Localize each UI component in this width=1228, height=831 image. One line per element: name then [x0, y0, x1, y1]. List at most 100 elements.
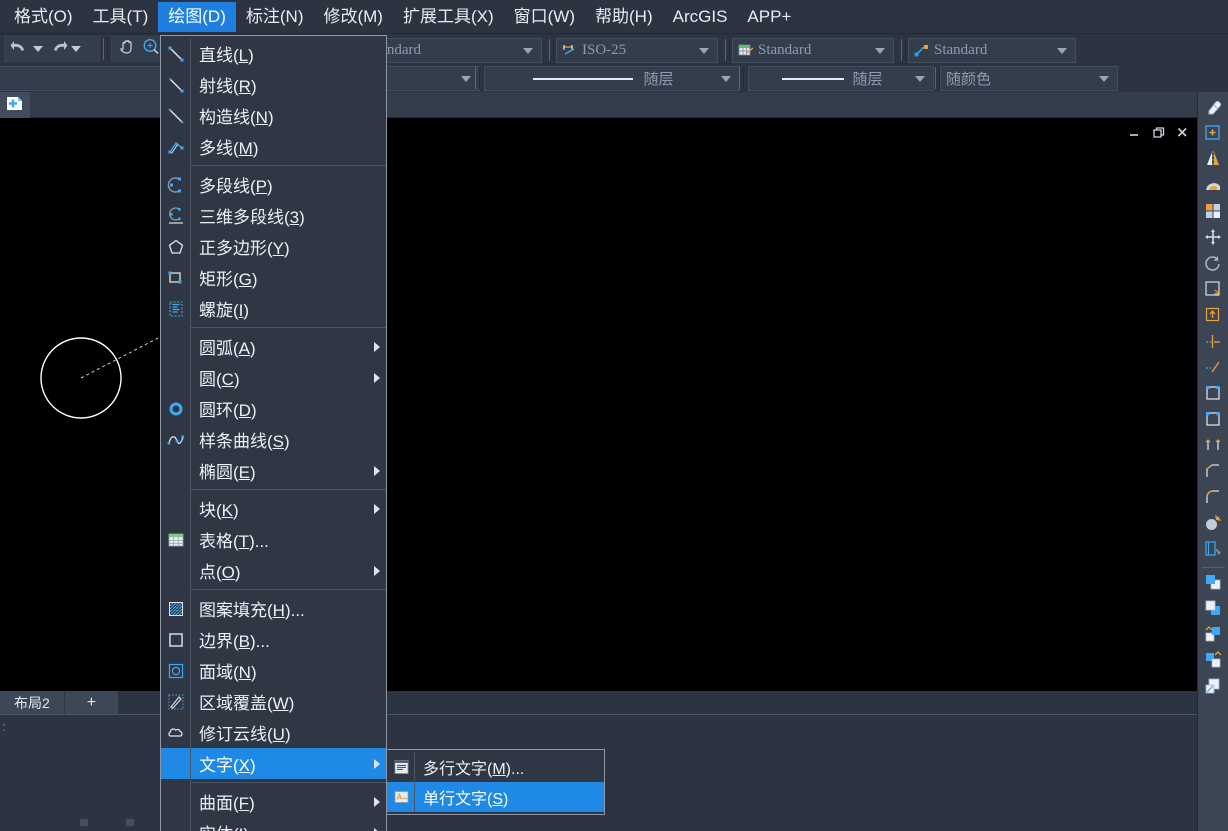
menubar-item-7[interactable]: 帮助(H) [585, 2, 663, 32]
menu-item-w[interactable]: 区域覆盖(W) [161, 686, 386, 717]
menu-item-e[interactable]: 椭圆(E) [161, 455, 386, 486]
menu-item-x[interactable]: 文字(X) [161, 748, 386, 779]
status-toggle[interactable] [126, 819, 134, 826]
chevron-down-icon [915, 75, 925, 82]
menu-item-t[interactable]: 表格(T)... [161, 524, 386, 555]
submenu-arrow-icon [368, 341, 386, 352]
menu-item-g[interactable]: 矩形(G) [161, 262, 386, 293]
menu-item-k[interactable]: 块(K) [161, 493, 386, 524]
undo-dropdown-button[interactable] [32, 38, 46, 60]
menubar-item-5[interactable]: 扩展工具(X) [393, 2, 504, 32]
menu-item-label: 点(O) [199, 563, 241, 582]
fillet-button[interactable] [1200, 486, 1227, 512]
break-at-point-button[interactable] [1200, 382, 1227, 408]
menu-item-d[interactable]: 圆环(D) [161, 393, 386, 424]
lineweight-combo[interactable]: 随颜色 [940, 66, 1118, 91]
menu-item-s[interactable]: 样条曲线(S) [161, 424, 386, 455]
menu-item-y[interactable]: 正多边形(Y) [161, 231, 386, 262]
erase-button[interactable] [1200, 96, 1227, 122]
menu-item-no-icon [161, 555, 191, 586]
modify-vertical-toolbar [1197, 92, 1228, 831]
edit-block-button[interactable] [1200, 538, 1227, 564]
menubar-item-label: 格式(O) [14, 6, 73, 26]
text-submenu[interactable]: 多行文字(M)... 单行文字(S) [386, 749, 605, 815]
menubar-item-8[interactable]: ArcGIS [663, 2, 738, 32]
move-button[interactable] [1200, 226, 1227, 252]
break-button[interactable] [1200, 408, 1227, 434]
chamfer-button[interactable] [1200, 460, 1227, 486]
menu-item-r[interactable]: 射线(R) [161, 69, 386, 100]
polyline3d-icon [161, 200, 191, 231]
stretch-button[interactable] [1200, 304, 1227, 330]
join-button[interactable] [1200, 434, 1227, 460]
restore-button[interactable] [1151, 126, 1165, 141]
add-layout-button[interactable]: + [64, 691, 120, 714]
minimize-button[interactable] [1127, 126, 1141, 141]
menu-item-f[interactable]: 曲面(F) [161, 786, 386, 817]
offset-button[interactable] [1200, 174, 1227, 200]
menu-item-label: 区域覆盖(W) [199, 694, 295, 713]
explode-button[interactable] [1200, 512, 1227, 538]
undo-button[interactable] [8, 38, 32, 60]
redo-button[interactable] [46, 38, 70, 60]
close-button[interactable] [1175, 126, 1189, 141]
menu-item-a[interactable]: 圆弧(A) [161, 331, 386, 362]
menubar-item-0[interactable]: 格式(O) [4, 2, 83, 32]
scale-button[interactable] [1200, 278, 1227, 304]
menu-item-p[interactable]: 多段线(P) [161, 169, 386, 200]
bring-to-front-button[interactable] [1200, 571, 1227, 597]
linetype-combo[interactable]: 随层 [748, 66, 934, 91]
menubar-item-2[interactable]: 绘图(D) [158, 1, 236, 32]
menu-item-label: 圆弧(A) [199, 339, 256, 358]
bring-above-object-button[interactable] [1200, 623, 1227, 649]
redo-dropdown-button[interactable] [70, 38, 84, 60]
mirror-button[interactable] [1200, 148, 1227, 174]
color-combo[interactable]: 随层 [484, 66, 740, 91]
menu-item-label: 样条曲线(S) [199, 432, 290, 451]
menu-item-label: 曲面(F) [199, 794, 255, 813]
submenu-arrow-icon [368, 827, 386, 831]
layout-tab[interactable]: 布局2 [0, 691, 65, 714]
menubar-item-label: 工具(T) [92, 6, 149, 26]
menu-item-m[interactable]: 多线(M) [161, 131, 386, 162]
new-document-tab-button[interactable] [0, 92, 30, 118]
menubar-item-9[interactable]: APP+ [737, 2, 801, 32]
status-toggle[interactable] [80, 819, 88, 826]
submenu-item-m[interactable]: 多行文字(M)... [387, 752, 604, 782]
menu-item-i[interactable]: 螺旋(I) [161, 293, 386, 324]
menu-item-o[interactable]: 点(O) [161, 555, 386, 586]
menu-item-b[interactable]: 边界(B)... [161, 624, 386, 655]
draworder-hatch-button[interactable] [1200, 675, 1227, 701]
array-button[interactable] [1200, 200, 1227, 226]
draw-menu[interactable]: 直线(L) 射线(R) 构造线(N) 多线(M) 多段线(P) 三维多段线(3) 正多边形(… [160, 35, 387, 831]
menu-item-l[interactable]: 直线(L) [161, 38, 386, 69]
menubar-item-4[interactable]: 修改(M) [313, 2, 392, 32]
break-icon [1203, 409, 1223, 434]
menu-item-h[interactable]: 图案填充(H)... [161, 593, 386, 624]
dim-style-combo[interactable]: ISO-25 [556, 38, 718, 63]
menu-item-c[interactable]: 圆(C) [161, 362, 386, 393]
menu-item-n[interactable]: 面域(N) [161, 655, 386, 686]
menu-item-3[interactable]: 三维多段线(3) [161, 200, 386, 231]
menubar-item-6[interactable]: 窗口(W) [504, 2, 585, 32]
menu-separator [191, 165, 386, 166]
pan-button[interactable] [115, 38, 139, 60]
trim-button[interactable] [1200, 330, 1227, 356]
extend-button[interactable] [1200, 356, 1227, 382]
copy-button[interactable] [1200, 122, 1227, 148]
rotate-button[interactable] [1200, 252, 1227, 278]
table-style-combo[interactable]: Standard [732, 38, 894, 63]
menu-item-i[interactable]: 实体(I) [161, 817, 386, 831]
chevron-down-icon [875, 47, 885, 54]
submenu-item-s[interactable]: 单行文字(S) [387, 782, 604, 812]
chevron-down-icon [1057, 47, 1067, 54]
menu-item-n[interactable]: 构造线(N) [161, 100, 386, 131]
menu-item-u[interactable]: 修订云线(U) [161, 717, 386, 748]
menubar-item-3[interactable]: 标注(N) [236, 2, 314, 32]
send-to-back-button[interactable] [1200, 597, 1227, 623]
mleader-style-combo[interactable]: Standard [908, 38, 1076, 63]
new-document-icon [6, 94, 25, 117]
menubar-item-1[interactable]: 工具(T) [83, 2, 159, 32]
text-style-combo[interactable]: tandard [370, 38, 542, 63]
send-under-object-button[interactable] [1200, 649, 1227, 675]
